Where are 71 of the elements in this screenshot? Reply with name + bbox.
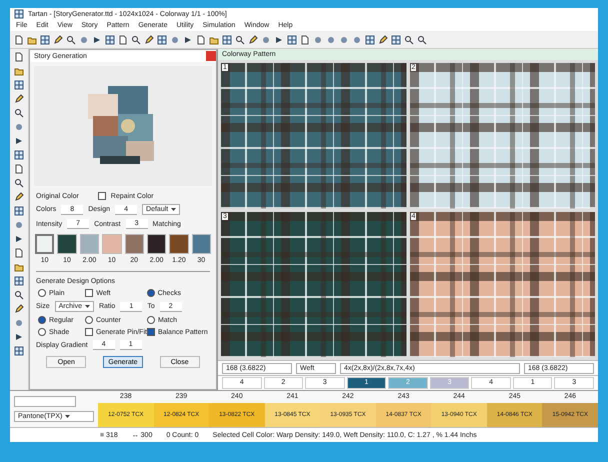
checkbox[interactable] [146,328,155,336]
folder-icon[interactable] [14,262,24,272]
search-field[interactable] [14,396,76,407]
grid-icon[interactable] [14,80,24,90]
radio-button[interactable] [38,289,46,297]
circle-icon[interactable] [14,122,24,132]
grid-icon[interactable] [14,9,24,19]
pencil-icon[interactable] [14,304,24,314]
radio-button[interactable] [146,289,155,297]
circle-icon[interactable] [352,34,362,44]
page-icon[interactable] [196,34,206,44]
circle-icon[interactable] [339,34,349,44]
grid-icon[interactable] [222,34,232,44]
arrow-icon[interactable] [14,332,24,342]
color-swatch[interactable] [102,234,122,254]
pencil-icon[interactable] [14,94,24,104]
radio-button[interactable] [146,316,155,324]
magnifier-icon[interactable] [14,178,24,188]
pencil-icon[interactable] [144,34,154,44]
radio-button[interactable] [84,316,93,324]
checkbox[interactable] [84,328,93,336]
magnifier-icon[interactable] [131,34,141,44]
grid-icon[interactable] [40,34,50,44]
folder-icon[interactable] [209,34,219,44]
grid-icon[interactable] [391,34,401,44]
circle-icon[interactable] [14,220,24,230]
arrow-icon[interactable] [14,136,24,146]
magnifier-icon[interactable] [235,34,245,44]
color-swatch[interactable] [146,234,166,254]
grid-icon[interactable] [14,346,24,356]
color-swatch[interactable] [80,234,100,254]
color-swatch[interactable] [169,234,189,254]
color-swatch[interactable] [124,234,144,254]
pencil-icon[interactable] [14,192,24,202]
page-icon[interactable] [118,34,128,44]
grid-icon[interactable] [287,34,297,44]
page-icon[interactable] [300,34,310,44]
grid-icon[interactable] [14,206,24,216]
circle-icon[interactable] [326,34,336,44]
arrow-icon[interactable] [92,34,102,44]
caret-icon [171,208,176,211]
pencil-icon[interactable] [378,34,388,44]
arrow-icon[interactable] [14,234,24,244]
page-icon[interactable] [14,248,24,258]
caret-icon [65,415,70,418]
circle-icon[interactable] [14,318,24,328]
magnifier-icon[interactable] [417,34,427,44]
magnifier-icon[interactable] [14,108,24,118]
color-swatch[interactable] [192,234,211,254]
magnifier-icon[interactable] [14,290,24,300]
color-swatch[interactable] [57,234,77,254]
radio-button[interactable] [38,316,46,324]
grid-icon[interactable] [14,276,24,286]
page-icon[interactable] [14,164,24,174]
color-swatch[interactable] [35,234,54,254]
pencil-icon[interactable] [248,34,258,44]
checkbox[interactable] [85,289,94,297]
magnifier-icon[interactable] [66,34,76,44]
folder-icon[interactable] [27,34,37,44]
folder-icon[interactable] [14,66,24,76]
grid-icon[interactable] [157,34,167,44]
checkbox[interactable] [98,192,106,200]
grid-icon[interactable] [105,34,115,44]
radio-button[interactable] [38,328,46,336]
caret-icon [84,305,90,308]
grid-icon[interactable] [14,150,24,160]
arrow-icon[interactable] [274,34,284,44]
pencil-icon[interactable] [53,34,63,44]
magnifier-icon[interactable] [404,34,414,44]
grid-icon[interactable] [365,34,375,44]
arrow-icon[interactable] [183,34,193,44]
